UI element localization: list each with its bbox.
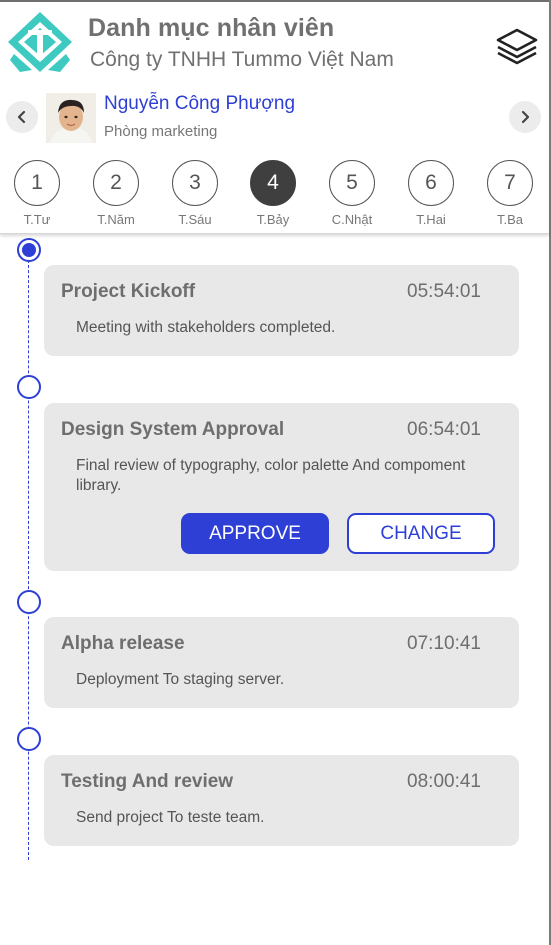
day-number: 6 <box>408 160 454 206</box>
previous-employee-button[interactable] <box>6 101 38 133</box>
timeline: Project Kickoff 05:54:01 Meeting with st… <box>0 236 549 945</box>
app-header: Danh mục nhân viên Công ty TNHH Tummo Vi… <box>0 2 549 86</box>
day-number: 4 <box>250 160 296 206</box>
day-number: 1 <box>14 160 60 206</box>
timeline-dot-active <box>17 238 41 262</box>
day-item-6[interactable]: 6 T.Hai <box>401 160 461 232</box>
layers-icon <box>496 28 538 65</box>
day-label: T.Bảy <box>256 212 290 227</box>
card-description: Send project To teste team. <box>76 809 265 826</box>
card-title: Project Kickoff <box>61 281 196 302</box>
card-time: 07:10:41 <box>407 633 481 654</box>
change-button[interactable]: CHANGE <box>347 513 495 554</box>
card-description: Deployment To staging server. <box>76 671 285 688</box>
timeline-dot <box>17 727 41 751</box>
employee-selector: Nguyễn Công Phượng Phòng marketing <box>0 88 549 148</box>
day-label: T.Năm <box>97 212 135 227</box>
timeline-card[interactable]: Design System Approval 06:54:01 Final re… <box>44 403 519 571</box>
day-number: 2 <box>93 160 139 206</box>
day-item-5[interactable]: 5 C.Nhật <box>322 160 382 232</box>
chevron-left-icon <box>17 110 26 124</box>
timeline-card[interactable]: Alpha release 07:10:41 Deployment To sta… <box>44 617 519 708</box>
day-item-2[interactable]: 2 T.Năm <box>86 160 146 232</box>
timeline-dot <box>17 590 41 614</box>
day-item-4-selected[interactable]: 4 T.Bảy <box>243 160 303 232</box>
card-time: 06:54:01 <box>407 419 481 440</box>
day-label: T.Sáu <box>178 212 212 227</box>
card-title: Testing And review <box>61 771 234 792</box>
day-number: 5 <box>329 160 375 206</box>
day-item-1[interactable]: 1 T.Tư <box>7 160 67 232</box>
card-title: Design System Approval <box>61 419 285 440</box>
timeline-card[interactable]: Project Kickoff 05:54:01 Meeting with st… <box>44 265 519 356</box>
page-title: Danh mục nhân viên <box>88 14 335 42</box>
day-label: T.Ba <box>496 212 523 227</box>
day-label: T.Tư <box>23 212 51 227</box>
card-description: Final review of typography, color palett… <box>76 457 466 494</box>
company-logo-icon <box>6 10 74 74</box>
employee-department: Phòng marketing <box>104 123 218 140</box>
day-number: 3 <box>172 160 218 206</box>
timeline-dot <box>17 375 41 399</box>
timeline-connector <box>28 250 29 860</box>
day-item-3[interactable]: 3 T.Sáu <box>165 160 225 232</box>
card-time: 08:00:41 <box>407 771 481 792</box>
layers-menu-button[interactable] <box>493 24 541 68</box>
avatar <box>46 93 96 143</box>
day-label: T.Hai <box>416 212 446 227</box>
day-label: C.Nhật <box>331 212 373 227</box>
company-name: Công ty TNHH Tummo Việt Nam <box>90 48 394 71</box>
day-item-7[interactable]: 7 T.Ba <box>480 160 540 232</box>
day-number: 7 <box>487 160 533 206</box>
card-time: 05:54:01 <box>407 281 481 302</box>
card-description: Meeting with stakeholders completed. <box>76 319 336 336</box>
chevron-right-icon <box>521 110 530 124</box>
timeline-card[interactable]: Testing And review 08:00:41 Send project… <box>44 755 519 846</box>
card-title: Alpha release <box>61 633 185 654</box>
employee-name[interactable]: Nguyễn Công Phượng <box>104 93 295 115</box>
day-selector: 1 T.Tư 2 T.Năm 3 T.Sáu 4 T.Bảy 5 C.Nhật … <box>0 158 549 234</box>
next-employee-button[interactable] <box>509 101 541 133</box>
approve-button[interactable]: APPROVE <box>181 513 329 554</box>
